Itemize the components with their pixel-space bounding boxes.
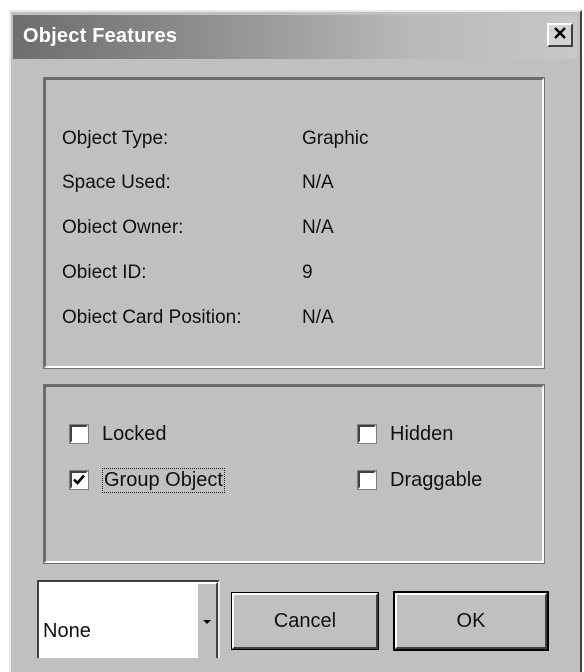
object-type-value: Graphic (302, 128, 369, 149)
locked-checkbox[interactable]: Locked (69, 420, 167, 448)
cancel-button[interactable]: Cancel (231, 592, 379, 650)
close-icon (553, 26, 567, 45)
object-card-position-label: Obiect Card Position: (62, 307, 242, 328)
object-owner-label: Obiect Owner: (62, 217, 184, 238)
locked-checkbox-box[interactable] (69, 424, 89, 444)
checkmark-icon (73, 474, 85, 485)
dropdown-selected-value: None (43, 620, 91, 642)
space-used-value: N/A (302, 172, 334, 193)
object-id-label: Obiect ID: (62, 262, 147, 283)
hidden-label: Hidden (390, 422, 454, 445)
object-select-dropdown[interactable]: None (37, 580, 220, 658)
object-options-group: Locked Hidden Group Object Draggable (43, 384, 545, 564)
group-object-checkbox-box[interactable] (69, 470, 89, 490)
draggable-label: Draggable (390, 468, 483, 491)
draggable-checkbox[interactable]: Draggable (357, 466, 483, 494)
hidden-checkbox-box[interactable] (357, 424, 377, 444)
object-card-position-value: N/A (302, 307, 334, 328)
group-object-label: Group Object (102, 467, 225, 493)
title-bar[interactable]: Object Features (13, 15, 577, 59)
space-used-label: Space Used: (62, 172, 171, 193)
object-owner-value: N/A (302, 217, 334, 238)
ok-button[interactable]: OK (393, 591, 549, 651)
chevron-down-icon (202, 612, 212, 630)
close-button[interactable] (547, 23, 573, 47)
hidden-checkbox[interactable]: Hidden (357, 420, 454, 448)
locked-label: Locked (102, 422, 167, 445)
object-type-label: Object Type: (62, 128, 169, 149)
dropdown-toggle-button[interactable] (196, 582, 218, 658)
object-id-value: 9 (302, 262, 313, 283)
draggable-checkbox-box[interactable] (357, 470, 377, 490)
group-object-checkbox[interactable]: Group Object (69, 466, 225, 494)
window-title: Object Features (23, 25, 178, 47)
object-info-group: Object Type: Graphic Space Used: N/A Obi… (43, 77, 545, 369)
